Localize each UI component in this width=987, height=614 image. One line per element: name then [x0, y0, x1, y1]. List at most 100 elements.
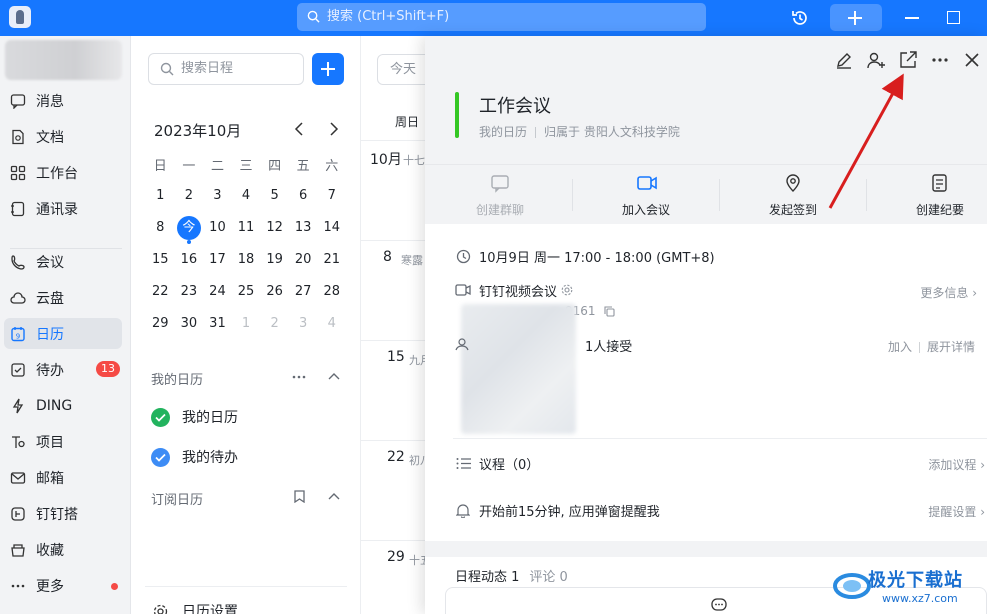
minimize-button[interactable]: [905, 17, 919, 19]
date-cell[interactable]: 11: [232, 212, 261, 244]
nav-item-todo[interactable]: 待办 13: [4, 354, 122, 385]
close-icon[interactable]: [962, 50, 982, 70]
date-cell[interactable]: 10: [203, 212, 232, 244]
share-external-icon[interactable]: [898, 50, 918, 70]
date-cell[interactable]: 6: [289, 180, 318, 212]
tab-activity[interactable]: 日程动态 1: [455, 570, 519, 585]
nav-item-workbench[interactable]: 工作台: [4, 157, 122, 188]
date-cell[interactable]: 3: [203, 180, 232, 212]
create-group-chat-button[interactable]: 创建群聊: [445, 165, 555, 225]
nav-item-mail[interactable]: 邮箱: [4, 462, 122, 493]
new-event-button[interactable]: [312, 53, 344, 85]
date-cell[interactable]: 8: [146, 212, 175, 244]
nav-item-meetings[interactable]: 会议: [4, 246, 122, 277]
project-icon: [12, 435, 25, 448]
date-cell-next-month[interactable]: 1: [232, 308, 261, 340]
event-calendar-info: 我的日历 归属于 贵阳人文科技学院: [479, 123, 680, 140]
date-cell[interactable]: 5: [260, 180, 289, 212]
date-cell[interactable]: 23: [175, 276, 204, 308]
chevron-up-icon[interactable]: [328, 492, 340, 500]
join-meeting-button[interactable]: 加入会议: [591, 165, 701, 225]
settings-gear-icon[interactable]: [561, 284, 573, 296]
nav-item-ding[interactable]: DING: [4, 390, 122, 421]
date-cell[interactable]: 20: [289, 244, 318, 276]
calendar-entry-my-calendar[interactable]: 我的日历: [151, 405, 238, 429]
weekday-header: 日 一 二 三 四 五 六: [146, 154, 346, 180]
weekday-label: 六: [325, 159, 339, 174]
chevron-right-icon[interactable]: [329, 122, 339, 136]
more-info-link[interactable]: 更多信息 ›: [920, 284, 977, 301]
nav-item-cloud-drive[interactable]: 云盘: [4, 282, 122, 313]
join-link[interactable]: 加入: [888, 340, 912, 354]
global-search-input[interactable]: 搜索 (Ctrl+Shift+F): [297, 3, 706, 31]
user-profile[interactable]: [5, 40, 122, 80]
nav-item-favorites[interactable]: 收藏: [4, 534, 122, 565]
date-cell[interactable]: 29: [146, 308, 175, 340]
history-icon[interactable]: [790, 8, 810, 28]
more-horizontal-icon[interactable]: [930, 50, 950, 70]
expand-details-link[interactable]: 展开详情: [927, 340, 975, 354]
nav-item-label: 工作台: [36, 165, 78, 182]
date-cell-today[interactable]: 今: [175, 212, 204, 244]
date-cell[interactable]: 2: [175, 180, 204, 212]
day-cell[interactable]: 29 十五: [361, 540, 431, 614]
checkbox-checked-icon[interactable]: [151, 447, 170, 467]
nav-item-contacts[interactable]: 通讯录: [4, 193, 122, 224]
date-cell[interactable]: 31: [203, 308, 232, 340]
create-notes-button[interactable]: 创建纪要: [885, 165, 987, 225]
nav-item-projects[interactable]: 项目: [4, 426, 122, 457]
start-check-in-button[interactable]: 发起签到: [738, 165, 848, 225]
nav-item-messages[interactable]: 消息: [4, 85, 122, 116]
nav-item-builder[interactable]: 钉钉搭: [4, 498, 122, 529]
calendar-settings[interactable]: 日历设置: [145, 586, 347, 614]
date-cell[interactable]: 1: [146, 180, 175, 212]
day-cell[interactable]: 8 寒露: [361, 240, 431, 340]
agenda-row[interactable]: 议程（0）: [455, 453, 539, 473]
date-cell[interactable]: 13: [289, 212, 318, 244]
chevron-up-icon[interactable]: [328, 372, 340, 380]
date-cell-next-month[interactable]: 4: [317, 308, 346, 340]
chevron-left-icon[interactable]: [294, 122, 304, 136]
tab-comments[interactable]: 评论 0: [529, 570, 567, 585]
date-cell[interactable]: 7: [317, 180, 346, 212]
date-cell[interactable]: 27: [289, 276, 318, 308]
date-cell[interactable]: 12: [260, 212, 289, 244]
add-participant-icon[interactable]: [866, 50, 886, 70]
nav-item-calendar[interactable]: 9 日历: [4, 318, 122, 349]
date-cell[interactable]: 21: [317, 244, 346, 276]
chevron-right-icon: ›: [976, 458, 985, 472]
date-cell[interactable]: 15: [146, 244, 175, 276]
day-cell[interactable]: 22 初八: [361, 440, 431, 540]
nav-item-more[interactable]: 更多: [4, 570, 122, 601]
create-button[interactable]: [830, 4, 882, 31]
day-cell[interactable]: 15 九月: [361, 340, 431, 440]
maximize-button[interactable]: [947, 11, 960, 24]
date-cell[interactable]: 22: [146, 276, 175, 308]
edit-icon[interactable]: [834, 50, 854, 70]
bookmark-add-icon[interactable]: [294, 490, 305, 503]
month-title: 2023年10月: [154, 122, 242, 140]
date-cell[interactable]: 19: [260, 244, 289, 276]
calendar-entry-label: 我的待办: [182, 450, 238, 466]
date-cell-next-month[interactable]: 3: [289, 308, 318, 340]
checkbox-checked-icon[interactable]: [151, 407, 170, 427]
calendar-entry-my-todo[interactable]: 我的待办: [151, 445, 238, 469]
date-cell[interactable]: 25: [232, 276, 261, 308]
day-cell[interactable]: 10月 十七: [361, 140, 431, 240]
date-cell[interactable]: 17: [203, 244, 232, 276]
reminder-settings-link[interactable]: 提醒设置 ›: [928, 503, 985, 520]
add-agenda-link[interactable]: 添加议程 ›: [928, 456, 985, 473]
date-cell[interactable]: 14: [317, 212, 346, 244]
date-cell[interactable]: 18: [232, 244, 261, 276]
date-cell[interactable]: 28: [317, 276, 346, 308]
date-cell[interactable]: 16: [175, 244, 204, 276]
more-horizontal-icon[interactable]: [292, 375, 306, 379]
copy-icon[interactable]: [603, 305, 615, 317]
date-cell[interactable]: 30: [175, 308, 204, 340]
nav-item-docs[interactable]: 文档: [4, 121, 122, 152]
date-cell[interactable]: 24: [203, 276, 232, 308]
date-cell[interactable]: 26: [260, 276, 289, 308]
schedule-search-input[interactable]: 搜索日程: [148, 53, 304, 85]
date-cell-next-month[interactable]: 2: [260, 308, 289, 340]
date-cell[interactable]: 4: [232, 180, 261, 212]
